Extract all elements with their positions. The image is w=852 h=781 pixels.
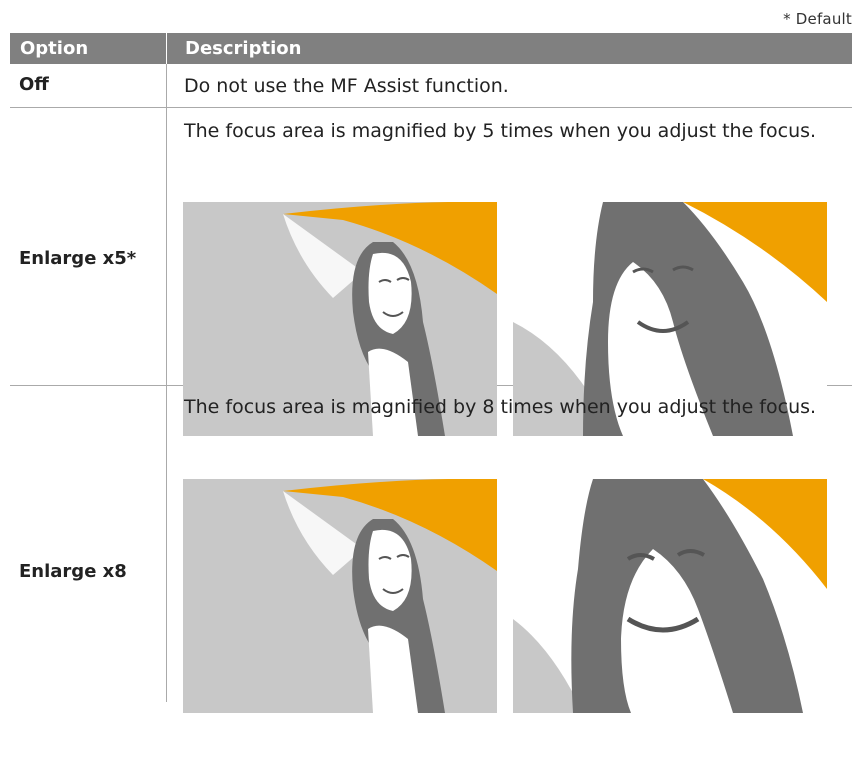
header-divider (166, 33, 167, 64)
column-divider (166, 64, 167, 107)
table-row-off: Off Do not use the MF Assist function. (10, 64, 852, 108)
header-option: Option (20, 38, 89, 59)
header-description: Description (185, 38, 302, 59)
default-note: * Default (783, 10, 852, 28)
option-off-label: Off (19, 74, 49, 95)
option-off-description: Do not use the MF Assist function. (184, 75, 509, 97)
option-enlarge-x5-label: Enlarge x5* (19, 248, 137, 269)
normal-view-image (183, 479, 497, 713)
option-enlarge-x8-label: Enlarge x8 (19, 561, 127, 582)
option-enlarge-x5-description: The focus area is magnified by 5 times w… (184, 120, 817, 142)
table-header: Option Description (10, 33, 852, 64)
table-row-enlarge-x8: Enlarge x8 The focus area is magnified b… (10, 386, 852, 713)
option-enlarge-x8-description: The focus area is magnified by 8 times w… (184, 396, 817, 418)
magnified-x8-image (513, 479, 827, 713)
column-divider (166, 108, 167, 385)
column-divider (166, 386, 167, 702)
options-table: Option Description Off Do not use the MF… (10, 33, 852, 713)
table-row-enlarge-x5: Enlarge x5* The focus area is magnified … (10, 108, 852, 436)
